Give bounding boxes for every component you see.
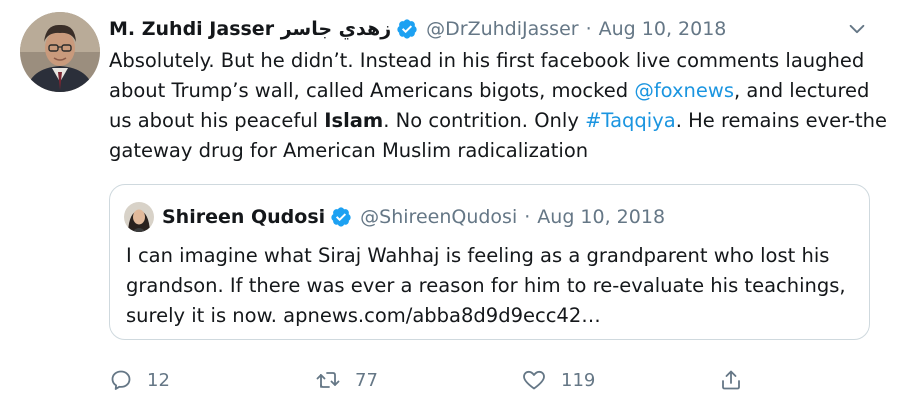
heart-icon bbox=[521, 368, 547, 392]
quoted-author-avatar[interactable] bbox=[124, 202, 154, 232]
like-button[interactable]: 119 bbox=[521, 362, 595, 398]
mention-link[interactable]: @foxnews bbox=[634, 79, 734, 102]
chevron-down-icon[interactable] bbox=[846, 18, 868, 40]
retweet-button[interactable]: 77 bbox=[315, 362, 378, 398]
quoted-tweet-header: Shireen Qudosi @ShireenQudosi · Aug 10, … bbox=[162, 202, 665, 232]
tweet-text-part: . No contrition. Only bbox=[383, 109, 586, 132]
quoted-tweet-date[interactable]: Aug 10, 2018 bbox=[537, 206, 665, 228]
retweet-icon bbox=[315, 368, 341, 392]
hashtag-link[interactable]: #Taqqiya bbox=[585, 109, 676, 132]
reply-icon bbox=[109, 368, 133, 392]
reply-count: 12 bbox=[147, 369, 170, 391]
tweet-text: Absolutely. But he didn’t. Instead in hi… bbox=[109, 46, 889, 166]
reply-button[interactable]: 12 bbox=[109, 362, 170, 398]
tweet-header: M. Zuhdi Jasser زهدي جاسر @DrZuhdiJasser… bbox=[109, 14, 726, 44]
verified-badge-icon bbox=[396, 18, 418, 40]
quoted-header-separator: · bbox=[524, 206, 531, 228]
share-button[interactable] bbox=[719, 362, 743, 398]
verified-badge-icon bbox=[330, 206, 352, 228]
author-name[interactable]: M. Zuhdi Jasser زهدي جاسر bbox=[109, 18, 391, 40]
quoted-tweet-text: I can imagine what Siraj Wahhaj is feeli… bbox=[126, 244, 846, 327]
quoted-tweet[interactable]: Shireen Qudosi @ShireenQudosi · Aug 10, … bbox=[109, 184, 870, 340]
quoted-author-name[interactable]: Shireen Qudosi bbox=[162, 206, 325, 228]
header-separator: · bbox=[585, 18, 592, 40]
quoted-author-handle[interactable]: @ShireenQudosi bbox=[360, 206, 517, 228]
like-count: 119 bbox=[561, 369, 596, 391]
author-avatar[interactable] bbox=[20, 12, 100, 92]
author-handle[interactable]: @DrZuhdiJasser bbox=[426, 18, 578, 40]
tweet-date[interactable]: Aug 10, 2018 bbox=[599, 18, 727, 40]
highlighted-word: Islam bbox=[324, 109, 384, 132]
tweet-actions: 12 77 119 bbox=[109, 362, 749, 398]
share-icon bbox=[719, 368, 743, 392]
retweet-count: 77 bbox=[355, 369, 378, 391]
tweet: M. Zuhdi Jasser زهدي جاسر @DrZuhdiJasser… bbox=[0, 0, 900, 407]
